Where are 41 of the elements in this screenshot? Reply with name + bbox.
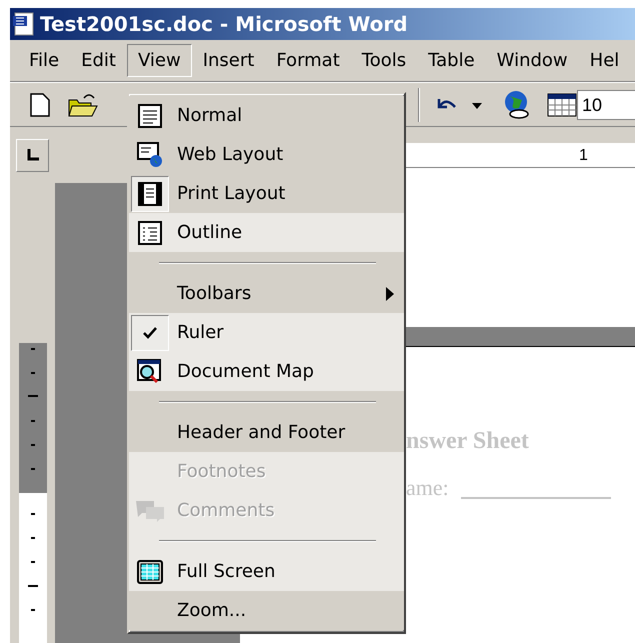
page-globe-icon	[136, 140, 164, 168]
document-heading: nswer Sheet	[406, 428, 530, 453]
menu-item[interactable]: Ruler	[129, 313, 404, 352]
ruler-number: 1	[579, 146, 588, 166]
menu-item[interactable]: Toolbars	[129, 274, 404, 313]
page-lines-icon	[137, 102, 163, 128]
menu-bar-item[interactable]: Tools	[350, 44, 418, 78]
menu-item[interactable]: Header and Footer	[129, 413, 404, 452]
menu-bar-item[interactable]: Format	[265, 44, 351, 78]
checkmark-icon	[143, 326, 157, 338]
word-document-icon	[12, 12, 36, 36]
window-title: Test2001sc.doc - Microsoft Word	[40, 10, 408, 38]
monitor-icon	[136, 558, 164, 584]
menu-item[interactable]: Outline	[129, 213, 404, 252]
table-icon[interactable]	[547, 93, 577, 118]
speech-bubbles-icon	[134, 498, 166, 522]
menu-bar-item[interactable]: Edit	[70, 44, 127, 78]
menu-item[interactable]: Normal	[129, 96, 404, 135]
new-document-icon[interactable]	[30, 92, 50, 117]
menu-bar-item[interactable]: View	[126, 44, 192, 78]
print-page-icon	[137, 180, 163, 206]
menu-item[interactable]: Full Screen	[129, 552, 404, 591]
menu-bar-item[interactable]: Window	[486, 44, 579, 78]
tab-selector[interactable]	[16, 138, 49, 172]
field-label: ame:	[406, 476, 449, 499]
globe-icon[interactable]	[503, 90, 531, 120]
font-size-field[interactable]: 10	[577, 90, 635, 120]
menu-item[interactable]: Web Layout	[129, 135, 404, 174]
magnifier-page-icon	[136, 358, 164, 386]
dropdown-caret-icon[interactable]	[472, 103, 482, 110]
menu-item[interactable]: Print Layout	[129, 174, 404, 213]
left-tab-icon	[26, 149, 38, 162]
menu-bar-item[interactable]: Hel	[578, 44, 630, 78]
menu-bar-item[interactable]: File	[18, 44, 70, 78]
menu-item[interactable]: Document Map	[129, 352, 404, 391]
outline-list-icon	[137, 220, 163, 246]
menu-bar-item[interactable]: Insert	[192, 44, 266, 78]
open-folder-icon[interactable]	[68, 92, 98, 118]
submenu-arrow-icon	[386, 287, 394, 301]
menu-bar-item[interactable]: Table	[417, 44, 486, 78]
menu-item[interactable]: Zoom...	[129, 591, 404, 630]
